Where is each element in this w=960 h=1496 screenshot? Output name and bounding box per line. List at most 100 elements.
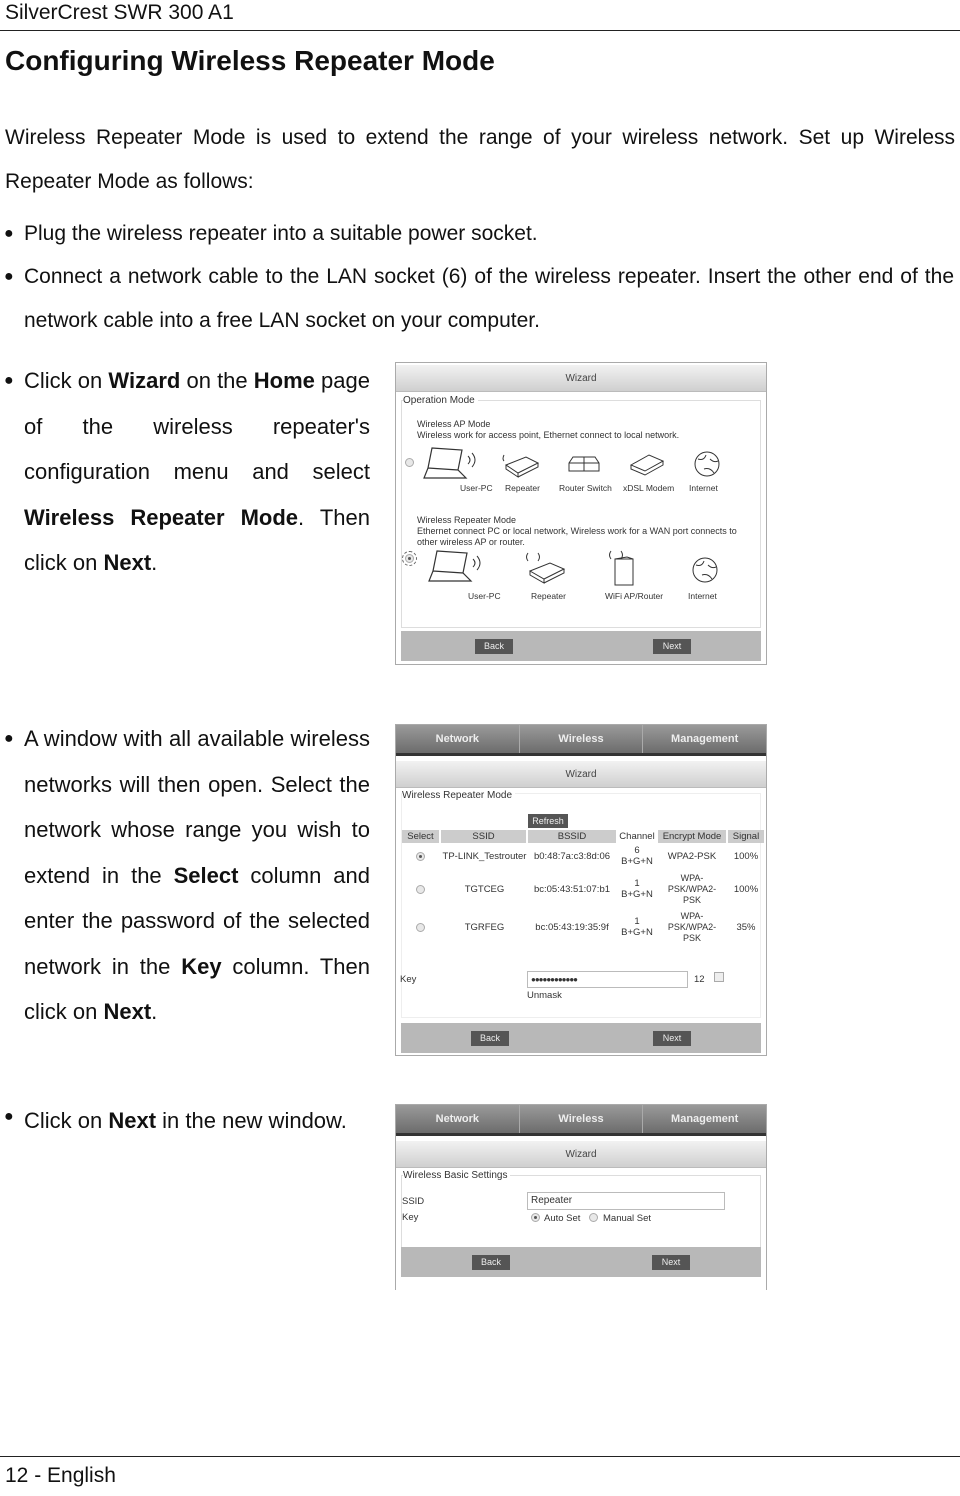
device-label: Internet	[688, 591, 717, 601]
column-header: BSSID	[528, 830, 616, 843]
next-button[interactable]: Next	[653, 1031, 691, 1046]
bullet-2: ● Connect a network cable to the LAN sock…	[4, 265, 954, 332]
running-header: SilverCrest SWR 300 A1	[5, 1, 234, 24]
text: on the	[180, 368, 254, 393]
wifi-router-icon	[609, 550, 634, 586]
footer-rule	[0, 1456, 960, 1457]
bullet-4: ● A window with all available wireless ne…	[4, 726, 371, 1024]
channel-cell: 6	[634, 845, 640, 856]
device-label: Internet	[689, 483, 718, 493]
modem-icon	[629, 454, 665, 476]
band-cell: B+G+N	[621, 889, 653, 900]
repeater-icon	[526, 552, 566, 584]
band-cell: B+G+N	[621, 927, 653, 938]
tab-management[interactable]: Management	[643, 1105, 766, 1133]
ap-mode-desc: Wireless work for access point, Ethernet…	[417, 430, 680, 440]
signal-cell: 100%	[733, 884, 759, 895]
text: .	[151, 999, 158, 1024]
unmask-checkbox[interactable]	[714, 972, 724, 982]
device-label: WiFi AP/Router	[605, 591, 664, 601]
bullet-text: Connect a network cable to the LAN socke…	[24, 265, 954, 332]
refresh-button[interactable]: Refresh	[528, 814, 568, 828]
channel-cell: 1	[634, 878, 640, 889]
manual-set-label: Manual Set	[603, 1213, 652, 1224]
laptop-icon	[428, 550, 481, 582]
basic-settings-screenshot: Network Wireless Management Wizard Wirel…	[395, 1104, 767, 1290]
auto-set-radio[interactable]	[531, 1213, 540, 1222]
repeater-mode-title: Wireless Repeater Mode	[417, 515, 517, 525]
key-label: Key	[402, 1212, 419, 1223]
main-nav: Network Wireless Management	[396, 725, 766, 756]
column-header: Encrypt Mode	[658, 830, 726, 843]
internet-globe-icon	[692, 557, 718, 583]
device-label: Router Switch	[559, 483, 612, 493]
channel-cell: 1	[634, 916, 640, 927]
key-length: 12	[694, 974, 705, 985]
wizard-footer: Back Next	[401, 1247, 761, 1277]
tab-management[interactable]: Management	[643, 725, 766, 753]
fieldset-legend: Wireless Basic Settings	[403, 1170, 511, 1181]
wizard-operation-mode-screenshot: Wizard Operation Mode Wireless AP Mode W…	[395, 362, 767, 665]
page-title: Configuring Wireless Repeater Mode	[5, 45, 495, 76]
tab-wireless[interactable]: Wireless	[520, 725, 644, 753]
bold-wizard: Wizard	[108, 368, 181, 393]
repeater-fieldset: Wireless Repeater Mode Refresh Select SS…	[400, 790, 764, 1018]
device-label: Repeater	[531, 591, 566, 601]
column-header: Select	[402, 830, 439, 843]
next-button[interactable]: Next	[652, 1255, 690, 1270]
laptop-icon	[423, 447, 476, 479]
wizard-footer: Back Next	[401, 631, 761, 661]
bold-key: Key	[181, 953, 222, 979]
fieldset-legend: Operation Mode	[403, 395, 478, 406]
device-label: User-PC	[468, 591, 501, 601]
back-button[interactable]: Back	[475, 639, 513, 654]
repeater-mode-radio[interactable]	[402, 551, 417, 566]
ssid-cell: TP-LINK_Testrouter	[442, 851, 527, 862]
key-input[interactable]: ●●●●●●●●●●●●	[527, 971, 688, 988]
text: in the new window.	[156, 1108, 347, 1133]
router-switch-icon	[568, 456, 600, 472]
encrypt-cell: WPA-PSK/WPA2-PSK	[667, 911, 717, 943]
bold-select: Select	[173, 862, 239, 888]
header-rule	[0, 30, 960, 31]
manual-set-radio[interactable]	[589, 1213, 598, 1222]
column-header: SSID	[441, 830, 526, 843]
bold-next: Next	[103, 999, 152, 1024]
ssid-input[interactable]: Repeater	[527, 1192, 725, 1210]
bssid-cell: b0:48:7a:c3:8d:06	[533, 851, 611, 862]
main-nav: Network Wireless Management	[396, 1105, 766, 1136]
encrypt-cell: WPA-PSK/WPA2-PSK	[667, 873, 717, 905]
network-selection-screenshot: Network Wireless Management Wizard Wirel…	[395, 724, 767, 1056]
tab-network[interactable]: Network	[396, 725, 520, 753]
select-radio[interactable]	[416, 852, 425, 861]
auto-set-label: Auto Set	[544, 1213, 581, 1224]
bullet-3: ● Click on Wizard on the Home page of the…	[4, 368, 370, 575]
next-button[interactable]: Next	[653, 639, 691, 654]
wizard-footer: Back Next	[401, 1023, 761, 1053]
select-radio[interactable]	[416, 923, 425, 932]
bssid-cell: bc:05:43:51:07:b1	[533, 884, 611, 895]
bold-next: Next	[103, 550, 152, 575]
ssid-cell: TGRFEG	[464, 922, 505, 933]
bullet-5: ● Click on Next in the new window.	[4, 1108, 347, 1133]
signal-cell: 35%	[736, 922, 756, 933]
fieldset-legend: Wireless Repeater Mode	[402, 790, 516, 801]
bold-home: Home	[253, 368, 315, 393]
tab-network[interactable]: Network	[396, 1105, 520, 1133]
device-label: User-PC	[460, 483, 493, 493]
basic-settings-fieldset: Wireless Basic Settings SSID Repeater Ke…	[401, 1170, 761, 1251]
text: Click on	[24, 1108, 109, 1133]
back-button[interactable]: Back	[472, 1255, 510, 1270]
ap-mode-radio[interactable]	[405, 458, 414, 467]
operation-mode-fieldset: Operation Mode Wireless AP Mode Wireless…	[401, 395, 761, 628]
tab-wireless[interactable]: Wireless	[520, 1105, 644, 1133]
bold-mode: Wireless Repeater Mode	[24, 504, 299, 530]
ap-mode-title: Wireless AP Mode	[417, 419, 491, 429]
network-table: Select SSID BSSID Channel Encrypt Mode S…	[402, 830, 764, 950]
text: Click on	[24, 368, 109, 393]
repeater-icon	[502, 454, 540, 478]
select-radio[interactable]	[416, 885, 425, 894]
back-button[interactable]: Back	[471, 1031, 509, 1046]
page-number: 12 - English	[5, 1464, 116, 1487]
device-label: Repeater	[505, 483, 540, 493]
